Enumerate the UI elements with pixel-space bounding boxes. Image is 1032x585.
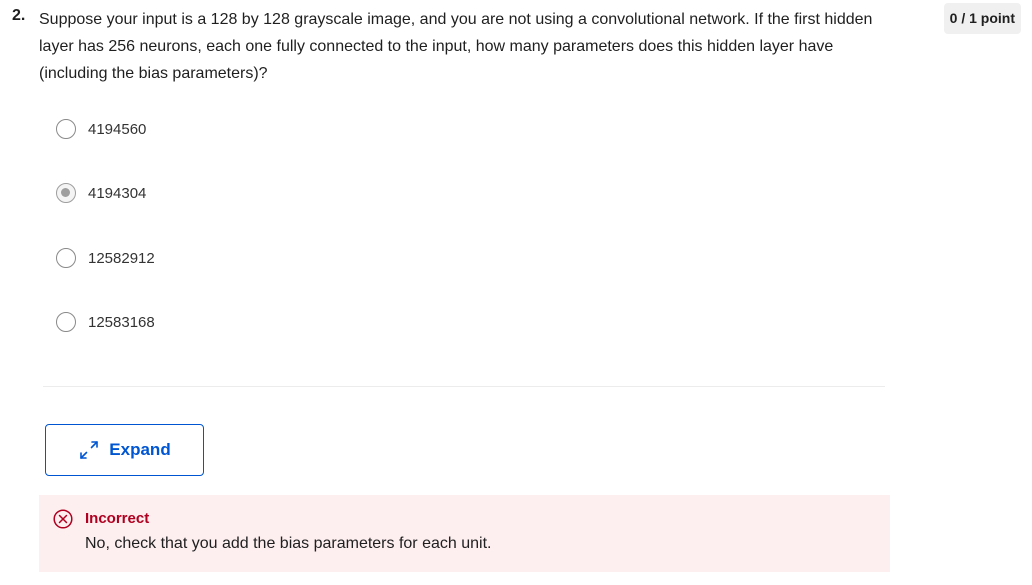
feedback-status: Incorrect [85,510,150,527]
option-2[interactable]: 4194304 [56,181,146,205]
x-circle-icon [53,509,73,529]
question-text: Suppose your input is a 128 by 128 grays… [39,11,873,82]
question-number: 2. [12,7,26,24]
radio-button[interactable] [56,312,76,332]
radio-button[interactable] [56,119,76,139]
radio-button-selected[interactable] [56,183,76,203]
option-label: 4194560 [88,120,147,138]
expand-label: Expand [109,440,171,459]
quiz-question-page: 2. Suppose your input is a 128 by 128 gr… [0,0,1032,585]
feedback-message: No, check that you add the bias paramete… [85,535,492,552]
option-label: 12582912 [88,249,155,267]
points-badge: 0 / 1 point [943,3,1021,34]
divider [43,386,885,387]
option-4[interactable]: 12583168 [56,310,155,334]
radio-button[interactable] [56,248,76,268]
option-3[interactable]: 12582912 [56,246,155,270]
option-label: 12583168 [88,313,155,331]
option-label: 4194304 [88,184,147,202]
feedback-panel: Incorrect No, check that you add the bia… [39,495,890,572]
expand-arrows-icon [80,441,99,459]
expand-button[interactable]: Expand [45,424,204,476]
option-1[interactable]: 4194560 [56,117,146,141]
